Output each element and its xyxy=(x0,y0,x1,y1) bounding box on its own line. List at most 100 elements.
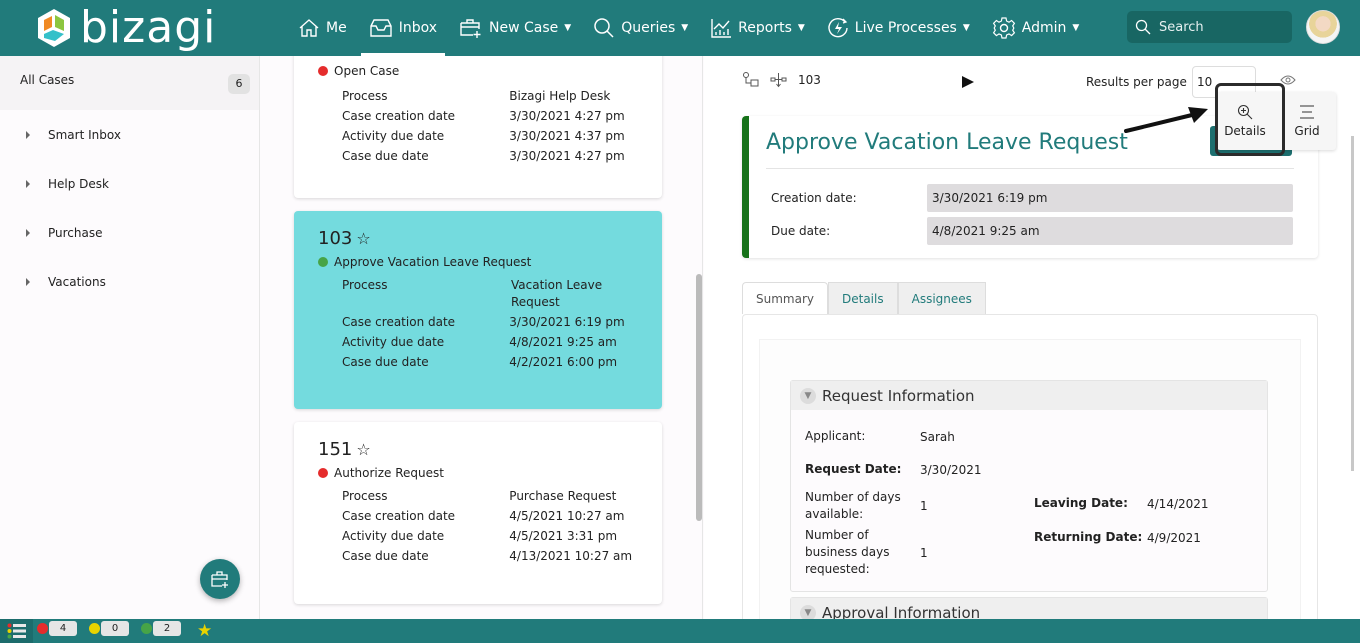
sidebar-item-label: Help Desk xyxy=(48,176,109,191)
case-number-text: 103 xyxy=(318,228,353,249)
main-nav: Me Inbox New Case ▼ Queries ▼ Reports ▼ … xyxy=(290,0,1093,56)
days-requested-value: 1 xyxy=(920,545,928,560)
overdue-cases-counter[interactable]: 4 xyxy=(37,621,77,636)
nav-queries[interactable]: Queries ▼ xyxy=(585,0,696,56)
top-navigation-bar: bizagi Me Inbox New Case ▼ Queries ▼ Rep… xyxy=(0,0,1360,56)
nav-queries-label: Queries xyxy=(621,20,676,36)
list-icon xyxy=(1300,105,1314,119)
sidebar-item-smart-inbox[interactable]: Smart Inbox xyxy=(0,110,259,159)
nav-reports[interactable]: Reports ▼ xyxy=(702,0,813,56)
property-label: Process xyxy=(342,489,388,503)
sidebar-item-help-desk[interactable]: Help Desk xyxy=(0,159,259,208)
case-property-row: Process Bizagi Help Desk xyxy=(342,88,638,105)
global-search[interactable] xyxy=(1127,11,1292,43)
case-property-row: Activity due date 3/30/2021 4:37 pm xyxy=(342,128,638,145)
nav-inbox[interactable]: Inbox xyxy=(360,0,446,56)
process-map-icon[interactable] xyxy=(742,72,760,88)
user-avatar[interactable] xyxy=(1306,10,1340,44)
sidebar-item-purchase[interactable]: Purchase xyxy=(0,208,259,257)
property-value: 3/30/2021 4:27 pm xyxy=(509,109,625,123)
bizagi-logo[interactable]: bizagi xyxy=(36,4,216,52)
search-input[interactable] xyxy=(1159,19,1279,35)
inbox-icon xyxy=(370,19,392,37)
due-date-row: Due date: 4/8/2021 9:25 am xyxy=(771,217,1293,245)
all-cases-count-badge: 6 xyxy=(228,74,250,94)
property-label: Case creation date xyxy=(342,315,456,329)
activity-title: Approve Vacation Leave Request xyxy=(766,130,1128,155)
case-property-row: Case due date 4/2/2021 6:00 pm xyxy=(342,354,638,371)
property-value: 3/30/2021 4:27 pm xyxy=(509,149,625,163)
group-title: Request Information xyxy=(822,386,975,405)
chart-icon xyxy=(711,19,732,38)
nav-admin-label: Admin xyxy=(1021,20,1067,36)
request-information-header[interactable]: ▼ Request Information xyxy=(791,381,1267,410)
leaving-date-label: Leaving Date: xyxy=(1034,496,1128,510)
lightning-icon xyxy=(828,18,848,38)
detail-scrollbar[interactable] xyxy=(1351,136,1354,471)
case-number: 103 ☆ xyxy=(318,228,638,249)
status-red-dot-icon xyxy=(318,66,328,76)
case-card[interactable]: Open Case Process Bizagi Help Desk Case c… xyxy=(294,56,662,198)
creation-date-value: 3/30/2021 6:19 pm xyxy=(927,184,1293,212)
expand-triangle-icon[interactable] xyxy=(26,179,30,188)
applicant-label: Applicant: xyxy=(805,429,866,443)
annotation-highlight-box xyxy=(1215,83,1285,156)
new-case-icon xyxy=(460,19,481,38)
chevron-down-icon: ▼ xyxy=(797,23,805,33)
nav-me-label: Me xyxy=(326,20,347,36)
all-cases-item[interactable]: All Cases 6 xyxy=(0,56,259,110)
nav-live-processes[interactable]: Live Processes ▼ xyxy=(819,0,978,56)
approval-information-header[interactable]: ▼ Approval Information xyxy=(791,598,1267,619)
due-date-value: 4/8/2021 9:25 am xyxy=(927,217,1293,245)
case-properties: Process Vacation Leave Request Case creat… xyxy=(342,277,638,371)
case-property-row: Case due date 3/30/2021 4:27 pm xyxy=(342,148,638,165)
at-risk-cases-counter[interactable]: 0 xyxy=(89,621,129,636)
all-cases-label: All Cases xyxy=(20,73,75,87)
favorites-star-icon[interactable]: ★ xyxy=(197,621,212,641)
bizagi-logo-icon xyxy=(38,9,70,47)
property-label: Process xyxy=(342,89,388,103)
nav-inbox-label: Inbox xyxy=(398,20,438,36)
process-tree: Smart Inbox Help Desk Purchase Vacations xyxy=(0,110,259,306)
returning-date-value: 4/9/2021 xyxy=(1147,530,1201,545)
property-value: Vacation Leave Request xyxy=(511,278,603,309)
annotation-arrow-icon xyxy=(1124,107,1208,133)
returning-date-label: Returning Date: xyxy=(1034,530,1143,544)
days-requested-field: Number of business days requested: 1 xyxy=(805,527,928,578)
sidebar-item-vacations[interactable]: Vacations xyxy=(0,257,259,306)
case-list-scrollbar[interactable] xyxy=(696,274,702,521)
workflow-icon[interactable] xyxy=(770,72,788,88)
grid-view-button[interactable]: Grid xyxy=(1279,92,1335,150)
tab-details[interactable]: Details xyxy=(828,282,898,314)
new-case-fab-button[interactable] xyxy=(200,559,240,599)
case-list-menu-button[interactable] xyxy=(0,619,33,643)
tab-assignees[interactable]: Assignees xyxy=(897,282,986,314)
nav-me[interactable]: Me xyxy=(290,0,355,56)
expand-triangle-icon[interactable] xyxy=(26,130,30,139)
days-available-field: Number of days available: 1 xyxy=(805,489,928,523)
favorite-star-icon[interactable]: ☆ xyxy=(356,440,370,459)
expand-triangle-icon[interactable] xyxy=(26,277,30,286)
tab-summary[interactable]: Summary xyxy=(742,282,828,314)
creation-date-row: Creation date: 3/30/2021 6:19 pm xyxy=(771,184,1293,212)
case-property-row: Case creation date 3/30/2021 4:27 pm xyxy=(342,108,638,125)
case-card[interactable]: 151 ☆ Authorize Request Process Purchase … xyxy=(294,422,662,604)
property-value: 4/2/2021 6:00 pm xyxy=(509,355,618,369)
chevron-down-icon: ▼ xyxy=(1072,23,1080,33)
case-property-row: Case creation date 3/30/2021 6:19 pm xyxy=(342,314,638,331)
favorite-star-icon[interactable]: ☆ xyxy=(356,229,370,248)
nav-admin[interactable]: Admin ▼ xyxy=(984,0,1088,56)
chevron-down-icon: ▼ xyxy=(800,604,816,619)
case-number: 151 ☆ xyxy=(318,439,638,460)
days-available-label: Number of days available: xyxy=(805,490,901,521)
nav-new-case[interactable]: New Case ▼ xyxy=(451,0,579,56)
expand-triangle-icon[interactable] xyxy=(26,228,30,237)
case-card-selected[interactable]: 103 ☆ Approve Vacation Leave Request Pro… xyxy=(294,211,662,409)
status-red-dot-icon xyxy=(318,468,328,478)
brand-name: bizagi xyxy=(80,2,217,53)
summary-tab-panel: ▼ Request Information Applicant: Sarah R… xyxy=(742,314,1318,619)
on-time-cases-counter[interactable]: 2 xyxy=(141,621,181,636)
chevron-down-icon: ▼ xyxy=(681,23,689,33)
request-date-value: 3/30/2021 xyxy=(920,462,982,477)
applicant-field: Applicant: Sarah xyxy=(805,428,955,445)
